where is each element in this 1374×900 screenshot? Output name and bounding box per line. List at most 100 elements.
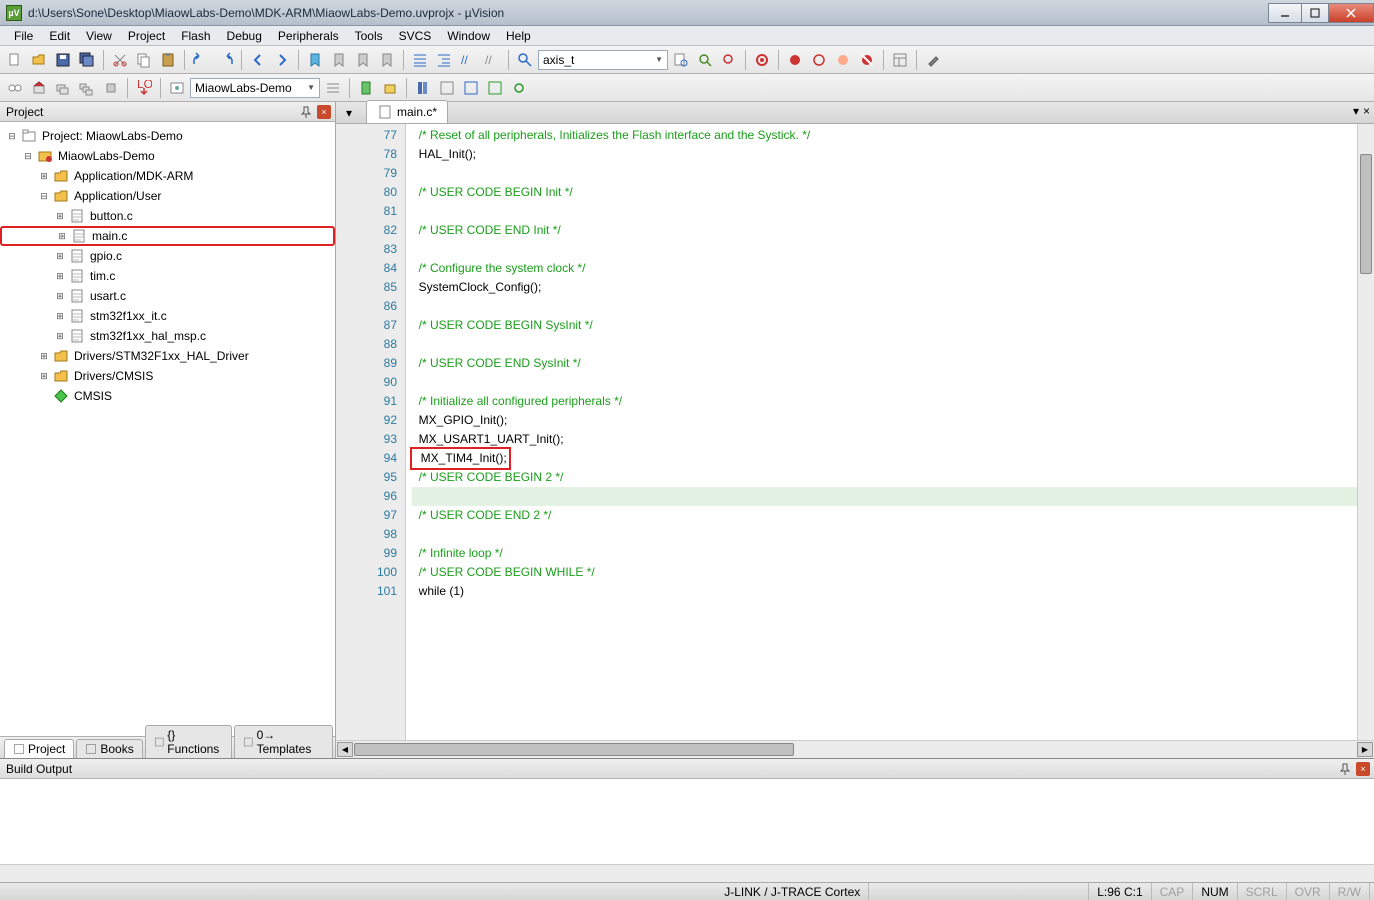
panel-tab-0-templates[interactable]: 0→ Templates [234,725,333,758]
build-output-scrollbar[interactable] [0,864,1374,882]
expand-icon[interactable]: ⊟ [22,151,34,162]
tree-item-button-c[interactable]: ⊞button.c [0,206,335,226]
tree-item-application-mdk-arm[interactable]: ⊞Application/MDK-ARM [0,166,335,186]
expand-icon[interactable]: ⊞ [54,331,66,342]
find-match-button[interactable] [718,49,740,71]
outdent-button[interactable] [433,49,455,71]
scroll-left-button[interactable]: ◀ [337,742,353,757]
undo-button[interactable] [190,49,212,71]
breakpoint-insert-button[interactable] [784,49,806,71]
configure-button[interactable] [922,49,944,71]
books-button[interactable] [412,77,434,99]
rebuild-button[interactable] [52,77,74,99]
tree-item-miaowlabs-demo[interactable]: ⊟MiaowLabs-Demo [0,146,335,166]
incremental-find-button[interactable] [694,49,716,71]
expand-icon[interactable]: ⊞ [54,291,66,302]
comment-button[interactable]: // [457,49,479,71]
open-file-button[interactable] [28,49,50,71]
target-settings-button[interactable] [322,77,344,99]
build-button[interactable] [28,77,50,99]
expand-icon[interactable]: ⊞ [54,251,66,262]
menu-view[interactable]: View [78,27,120,45]
bookmark-clear-button[interactable] [376,49,398,71]
menu-project[interactable]: Project [120,27,173,45]
window-layout-button[interactable] [889,49,911,71]
tree-item-gpio-c[interactable]: ⊞gpio.c [0,246,335,266]
scroll-thumb[interactable] [354,743,794,756]
code-editor[interactable]: /* Reset of all peripherals, Initializes… [406,124,1374,740]
expand-icon[interactable]: ⊞ [38,351,50,362]
tree-item-project-miaowlabs-demo[interactable]: ⊟Project: MiaowLabs-Demo [0,126,335,146]
save-all-button[interactable] [76,49,98,71]
tree-item-drivers-stm32f1xx_hal_driver[interactable]: ⊞Drivers/STM32F1xx_HAL_Driver [0,346,335,366]
scroll-right-button[interactable]: ▶ [1357,742,1373,757]
breakpoint-kill-button[interactable] [856,49,878,71]
maximize-button[interactable] [1301,3,1329,23]
panel-tab-books[interactable]: Books [76,739,142,758]
tab-close-button[interactable]: × [1363,104,1370,118]
indent-button[interactable] [409,49,431,71]
expand-icon[interactable]: ⊞ [54,311,66,322]
expand-icon[interactable]: ⊞ [54,211,66,222]
bookmark-toggle-button[interactable] [304,49,326,71]
copy-button[interactable] [133,49,155,71]
menu-peripherals[interactable]: Peripherals [270,27,347,45]
find-in-files-button[interactable] [670,49,692,71]
panel-close-button[interactable]: × [317,105,331,119]
new-file-button[interactable] [4,49,26,71]
pin-icon[interactable] [299,105,313,119]
tree-item-tim-c[interactable]: ⊞tim.c [0,266,335,286]
breakpoint-enable-button[interactable] [808,49,830,71]
minimize-button[interactable] [1268,3,1302,23]
editor-vertical-scrollbar[interactable] [1357,124,1374,740]
expand-icon[interactable]: ⊟ [6,131,18,142]
manage-rte-button[interactable] [355,77,377,99]
expand-icon[interactable]: ⊞ [38,371,50,382]
panel-close-button[interactable]: × [1356,762,1370,776]
menu-svcs[interactable]: SVCS [391,27,440,45]
tree-item-main-c[interactable]: ⊞main.c [0,226,335,246]
nav-forward-button[interactable] [271,49,293,71]
menu-debug[interactable]: Debug [219,27,270,45]
nav-back-button[interactable] [247,49,269,71]
menu-file[interactable]: File [6,27,41,45]
build-output-text[interactable] [0,779,1374,864]
func-window-button[interactable] [460,77,482,99]
paste-button[interactable] [157,49,179,71]
expand-icon[interactable]: ⊞ [54,271,66,282]
menu-edit[interactable]: Edit [41,27,78,45]
panel-tab--functions[interactable]: {} Functions [145,725,232,758]
close-button[interactable] [1328,3,1374,23]
translate-button[interactable] [4,77,26,99]
menu-help[interactable]: Help [498,27,539,45]
uncomment-button[interactable]: // [481,49,503,71]
tree-item-stm32f1xx_it-c[interactable]: ⊞stm32f1xx_it.c [0,306,335,326]
bookmark-next-button[interactable] [352,49,374,71]
editor-horizontal-scrollbar[interactable]: ◀ ▶ [336,740,1374,758]
editor-tab-main-c[interactable]: main.c* [366,100,448,123]
breakpoint-disable-button[interactable] [832,49,854,71]
bookmark-prev-button[interactable] [328,49,350,71]
target-select[interactable]: MiaowLabs-Demo▼ [190,78,320,98]
expand-icon[interactable]: ⊟ [38,191,50,202]
panel-tab-project[interactable]: Project [4,739,74,758]
tree-item-cmsis[interactable]: CMSIS [0,386,335,406]
stop-build-button[interactable] [100,77,122,99]
menu-tools[interactable]: Tools [347,27,391,45]
tree-item-stm32f1xx_hal_msp-c[interactable]: ⊞stm32f1xx_hal_msp.c [0,326,335,346]
tab-scroll-left[interactable]: ▾ [1353,104,1359,118]
find-combo[interactable]: axis_t▼ [538,50,668,70]
redo-button[interactable] [214,49,236,71]
save-button[interactable] [52,49,74,71]
project-tree[interactable]: ⊟Project: MiaowLabs-Demo⊟MiaowLabs-Demo⊞… [0,122,335,736]
pack-installer-button[interactable] [379,77,401,99]
pin-icon[interactable] [1338,762,1352,776]
reload-button[interactable] [508,77,530,99]
tree-item-drivers-cmsis[interactable]: ⊞Drivers/CMSIS [0,366,335,386]
batch-build-button[interactable] [76,77,98,99]
tree-item-usart-c[interactable]: ⊞usart.c [0,286,335,306]
debug-start-button[interactable] [751,49,773,71]
source-browser-button[interactable] [436,77,458,99]
menu-window[interactable]: Window [439,27,498,45]
expand-icon[interactable]: ⊞ [38,171,50,182]
